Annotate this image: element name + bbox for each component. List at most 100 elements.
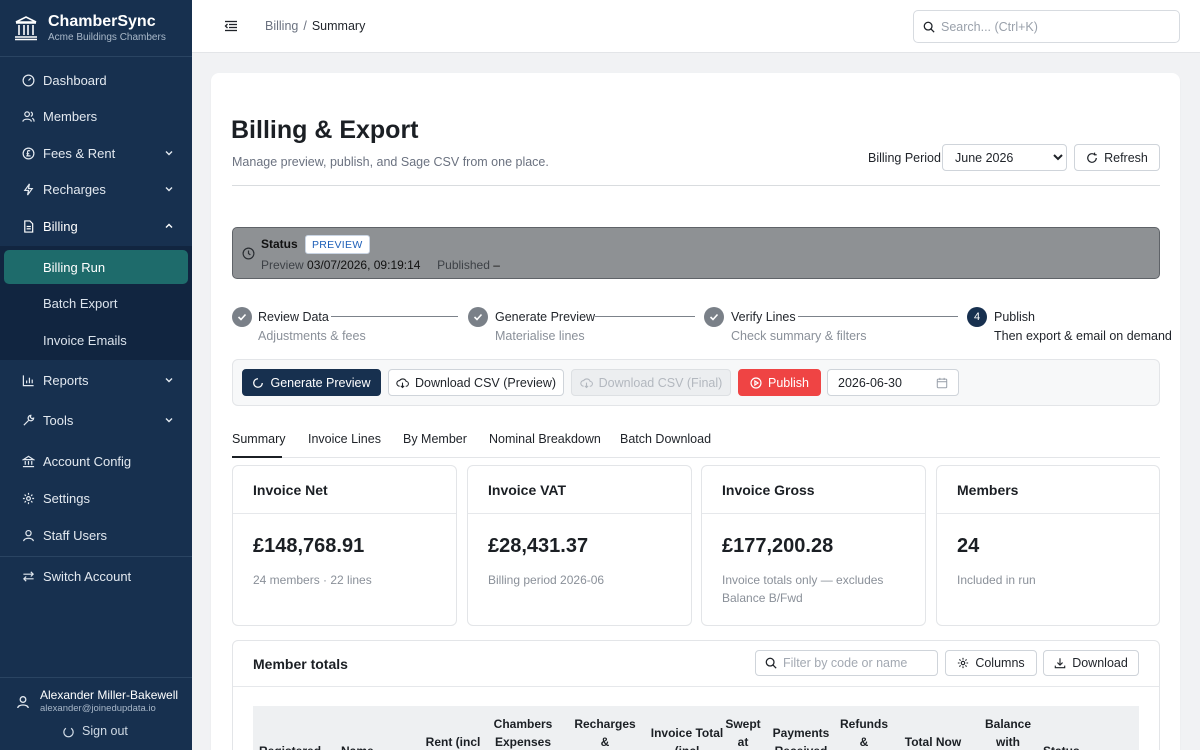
- kpi-card-members: Members 24 Included in run: [936, 465, 1160, 626]
- sidebar-item-label: Members: [43, 108, 98, 124]
- kpi-title: Invoice Net: [253, 482, 328, 498]
- calendar-icon[interactable]: [936, 377, 948, 389]
- sidebar-item-label: Fees & Rent: [43, 145, 116, 161]
- sidebar-item-recharges[interactable]: Recharges: [0, 171, 192, 207]
- sidebar-subitem-billing-run[interactable]: Billing Run: [4, 250, 188, 284]
- account-name: Acme Buildings Chambers: [48, 31, 166, 43]
- sidebar-item-account-config[interactable]: Account Config: [0, 443, 192, 479]
- zap-icon: [22, 183, 35, 196]
- breadcrumb-separator: /: [303, 19, 307, 33]
- step-current-number: 4: [967, 307, 987, 327]
- tab-batch-download[interactable]: Batch Download: [620, 432, 711, 446]
- sidebar-item-switch-account[interactable]: Switch Account: [0, 558, 192, 594]
- search-input[interactable]: [941, 19, 1161, 34]
- sidebar-item-billing[interactable]: Billing: [0, 208, 192, 244]
- column-header[interactable]: Registered: [259, 742, 321, 750]
- kpi-divider: [937, 513, 1159, 514]
- sidebar-subitem-batch-export[interactable]: Batch Export: [0, 286, 192, 320]
- publish-date-input[interactable]: 2026-06-30: [827, 369, 959, 396]
- sidebar-item-fees-rent[interactable]: Fees & Rent: [0, 135, 192, 171]
- column-header[interactable]: Chambers Expenses: [489, 715, 557, 750]
- sidebar-item-staff-users[interactable]: Staff Users: [0, 517, 192, 553]
- columns-button[interactable]: Columns: [945, 650, 1037, 676]
- column-header[interactable]: Total Now: [899, 733, 967, 750]
- sidebar-item-label: Invoice Emails: [43, 332, 127, 348]
- chevron-down-icon: [165, 418, 173, 423]
- breadcrumb-current: Summary: [311, 19, 366, 33]
- preview-label: Preview: [261, 258, 304, 272]
- brand[interactable]: ChamberSync Acme Buildings Chambers: [14, 10, 166, 46]
- sidebar-item-reports[interactable]: Reports: [0, 362, 192, 398]
- header-divider: [232, 185, 1160, 186]
- billing-tabs: Summary Invoice Lines By Member Nominal …: [232, 422, 1160, 458]
- column-header[interactable]: Swept at: [721, 715, 765, 750]
- step-description: Materialise lines: [495, 329, 585, 343]
- column-header[interactable]: Balance with: [977, 715, 1039, 750]
- kpi-title: Invoice VAT: [488, 482, 567, 498]
- kpi-value: £177,200.28: [722, 535, 834, 557]
- tab-by-member[interactable]: By Member: [403, 432, 467, 446]
- play-circle-icon: [750, 376, 762, 389]
- column-header[interactable]: Rent (incl: [417, 733, 489, 750]
- tab-nominal-breakdown[interactable]: Nominal Breakdown: [489, 432, 601, 446]
- column-header[interactable]: Payments Received: [769, 724, 833, 750]
- member-filter-input[interactable]: [783, 656, 933, 670]
- chevron-down-icon: [165, 151, 173, 156]
- sidebar-item-members[interactable]: Members: [0, 98, 192, 134]
- generate-preview-button[interactable]: Generate Preview: [242, 369, 381, 396]
- sidebar-subitem-invoice-emails[interactable]: Invoice Emails: [0, 323, 192, 357]
- sidebar-item-label: Switch Account: [43, 568, 132, 584]
- kpi-value: 24: [957, 535, 980, 557]
- sidebar-item-label: Batch Export: [43, 295, 118, 311]
- download-csv-final-button[interactable]: Download CSV (Final): [571, 369, 731, 396]
- kpi-title: Members: [957, 482, 1019, 498]
- step-title: Publish: [994, 310, 1035, 324]
- bank-icon: [22, 455, 35, 468]
- member-filter[interactable]: [755, 650, 938, 676]
- sidebar-toggle-icon[interactable]: [224, 19, 238, 33]
- download-button[interactable]: Download: [1043, 650, 1139, 676]
- publish-date-value: 2026-06-30: [838, 375, 902, 390]
- sign-out-button[interactable]: Sign out: [62, 724, 128, 738]
- column-header[interactable]: Status: [1043, 742, 1087, 750]
- user-icon: [22, 529, 35, 542]
- column-header[interactable]: Name: [341, 742, 374, 750]
- publish-button[interactable]: Publish: [738, 369, 821, 396]
- kpi-card-invoice-vat: Invoice VAT £28,431.37 Billing period 20…: [467, 465, 692, 626]
- file-text-icon: [22, 219, 35, 233]
- download-csv-final-label: Download CSV (Final): [598, 375, 723, 390]
- page-subtitle: Manage preview, publish, and Sage CSV fr…: [232, 155, 549, 169]
- sidebar-item-settings[interactable]: Settings: [0, 480, 192, 516]
- tab-invoice-lines[interactable]: Invoice Lines: [308, 432, 381, 446]
- topbar: Billing / Summary: [192, 0, 1200, 53]
- tab-summary[interactable]: Summary: [232, 432, 285, 446]
- columns-label: Columns: [975, 656, 1025, 670]
- step-title: Review Data: [258, 310, 329, 324]
- step-complete-icon: [704, 307, 724, 327]
- preview-time: 03/07/2026, 09:19:14: [307, 258, 421, 272]
- breadcrumb-parent[interactable]: Billing: [265, 19, 298, 33]
- sidebar-item-dashboard[interactable]: Dashboard: [0, 62, 192, 98]
- step-description: Check summary & filters: [731, 329, 867, 343]
- sidebar-item-tools[interactable]: Tools: [0, 402, 192, 438]
- active-tab-indicator: [232, 456, 282, 458]
- step-title: Verify Lines: [731, 310, 796, 324]
- download-csv-preview-button[interactable]: Download CSV (Preview): [388, 369, 564, 396]
- download-csv-preview-label: Download CSV (Preview): [414, 375, 557, 390]
- sidebar-divider: [0, 556, 192, 557]
- sidebar-item-label: Billing: [43, 218, 78, 234]
- global-search[interactable]: [913, 10, 1180, 43]
- column-header[interactable]: Invoice Total (incl: [649, 724, 725, 750]
- refresh-button[interactable]: Refresh: [1074, 144, 1160, 171]
- cloud-download-icon: [396, 377, 409, 388]
- chevron-down-icon: [165, 378, 173, 383]
- column-header[interactable]: Refunds &: [837, 715, 891, 750]
- sign-out-label: Sign out: [82, 724, 128, 738]
- user-email: alexander@joinedupdata.io: [40, 703, 156, 714]
- step-complete-icon: [232, 307, 252, 327]
- billing-period-select[interactable]: June 2026: [942, 144, 1067, 171]
- search-icon: [923, 21, 935, 33]
- column-header[interactable]: Recharges &: [571, 715, 639, 750]
- download-icon: [1054, 658, 1066, 669]
- cloud-download-icon: [580, 377, 593, 388]
